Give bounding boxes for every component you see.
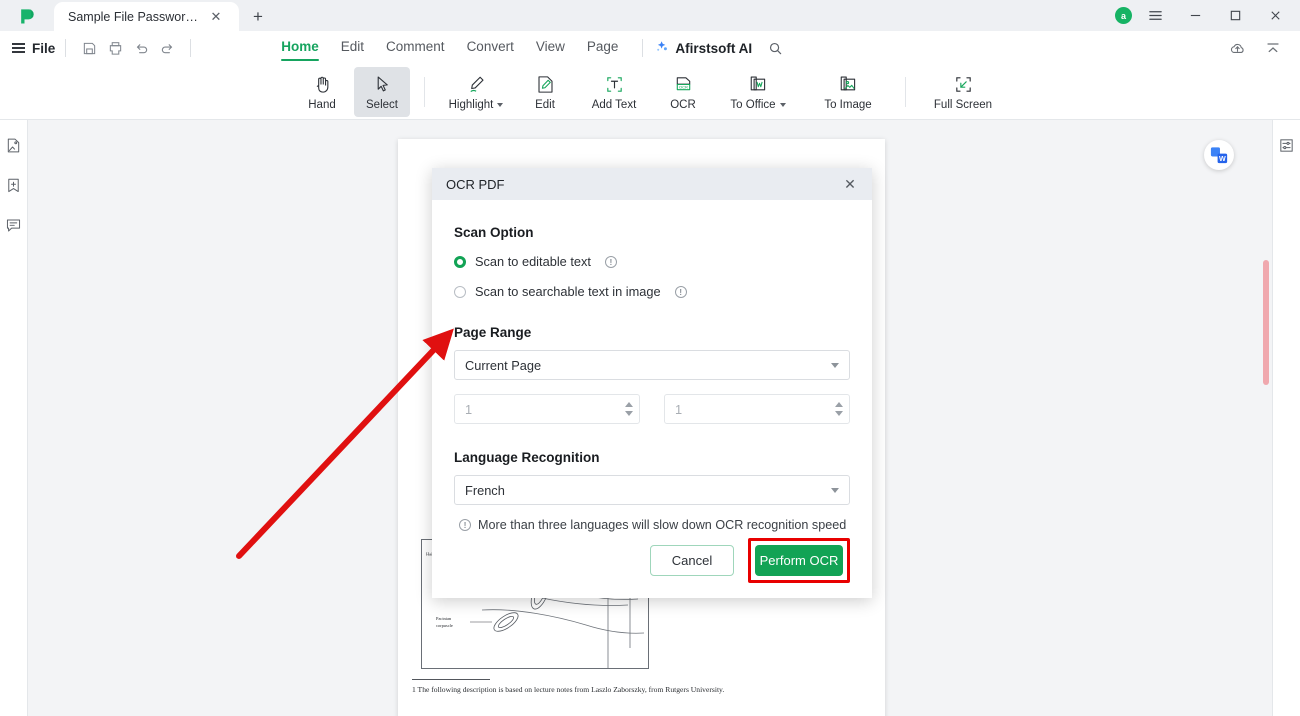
radio-scan-searchable[interactable] (454, 285, 466, 298)
chevron-down-icon (831, 362, 839, 368)
scan-option-heading: Scan Option (454, 225, 534, 240)
dialog-body: Scan Option Scan to editable text ! Scan… (432, 200, 872, 532)
dialog-header: OCR PDF ✕ (432, 168, 872, 200)
page-range-heading: Page Range (454, 325, 532, 340)
chevron-down-icon (831, 487, 839, 493)
stepper-down-icon[interactable] (625, 411, 633, 416)
stepper-up-icon[interactable] (625, 402, 633, 407)
info-icon[interactable]: ! (674, 285, 687, 298)
page-range-value: Current Page (465, 357, 542, 373)
perform-ocr-highlight: Perform OCR (748, 537, 850, 583)
page-from-stepper[interactable] (625, 402, 633, 416)
dialog-footer: Cancel Perform OCR (432, 522, 872, 598)
radio-scan-editable-label: Scan to editable text (475, 254, 591, 269)
perform-ocr-button[interactable]: Perform OCR (755, 544, 843, 576)
stepper-down-icon[interactable] (835, 411, 843, 416)
language-select[interactable]: French (454, 475, 850, 505)
scan-searchable-row[interactable]: Scan to searchable text in image ! (454, 284, 850, 299)
page-from-input[interactable]: 1 (454, 394, 640, 424)
page-to-stepper[interactable] (835, 402, 843, 416)
cancel-button[interactable]: Cancel (650, 544, 734, 576)
info-icon[interactable]: ! (604, 255, 617, 268)
dialog-title: OCR PDF (446, 176, 505, 192)
page-to-input[interactable]: 1 (664, 394, 850, 424)
ocr-pdf-dialog: OCR PDF ✕ Scan Option Scan to editable t… (432, 168, 872, 598)
dialog-close-icon[interactable]: ✕ (840, 174, 860, 194)
language-heading: Language Recognition (454, 450, 600, 465)
radio-scan-searchable-label: Scan to searchable text in image (475, 284, 661, 299)
page-range-inputs: 1 1 (454, 394, 850, 424)
radio-scan-editable[interactable] (454, 255, 466, 268)
app-window: Sample File Password Pr... ✕ + a (0, 0, 1300, 716)
language-value: French (465, 482, 505, 498)
page-from-value: 1 (465, 401, 473, 417)
stepper-up-icon[interactable] (835, 402, 843, 407)
modal-overlay: OCR PDF ✕ Scan Option Scan to editable t… (0, 0, 1300, 716)
page-range-select[interactable]: Current Page (454, 350, 850, 380)
page-to-value: 1 (675, 401, 683, 417)
scan-editable-row[interactable]: Scan to editable text ! (454, 254, 850, 269)
